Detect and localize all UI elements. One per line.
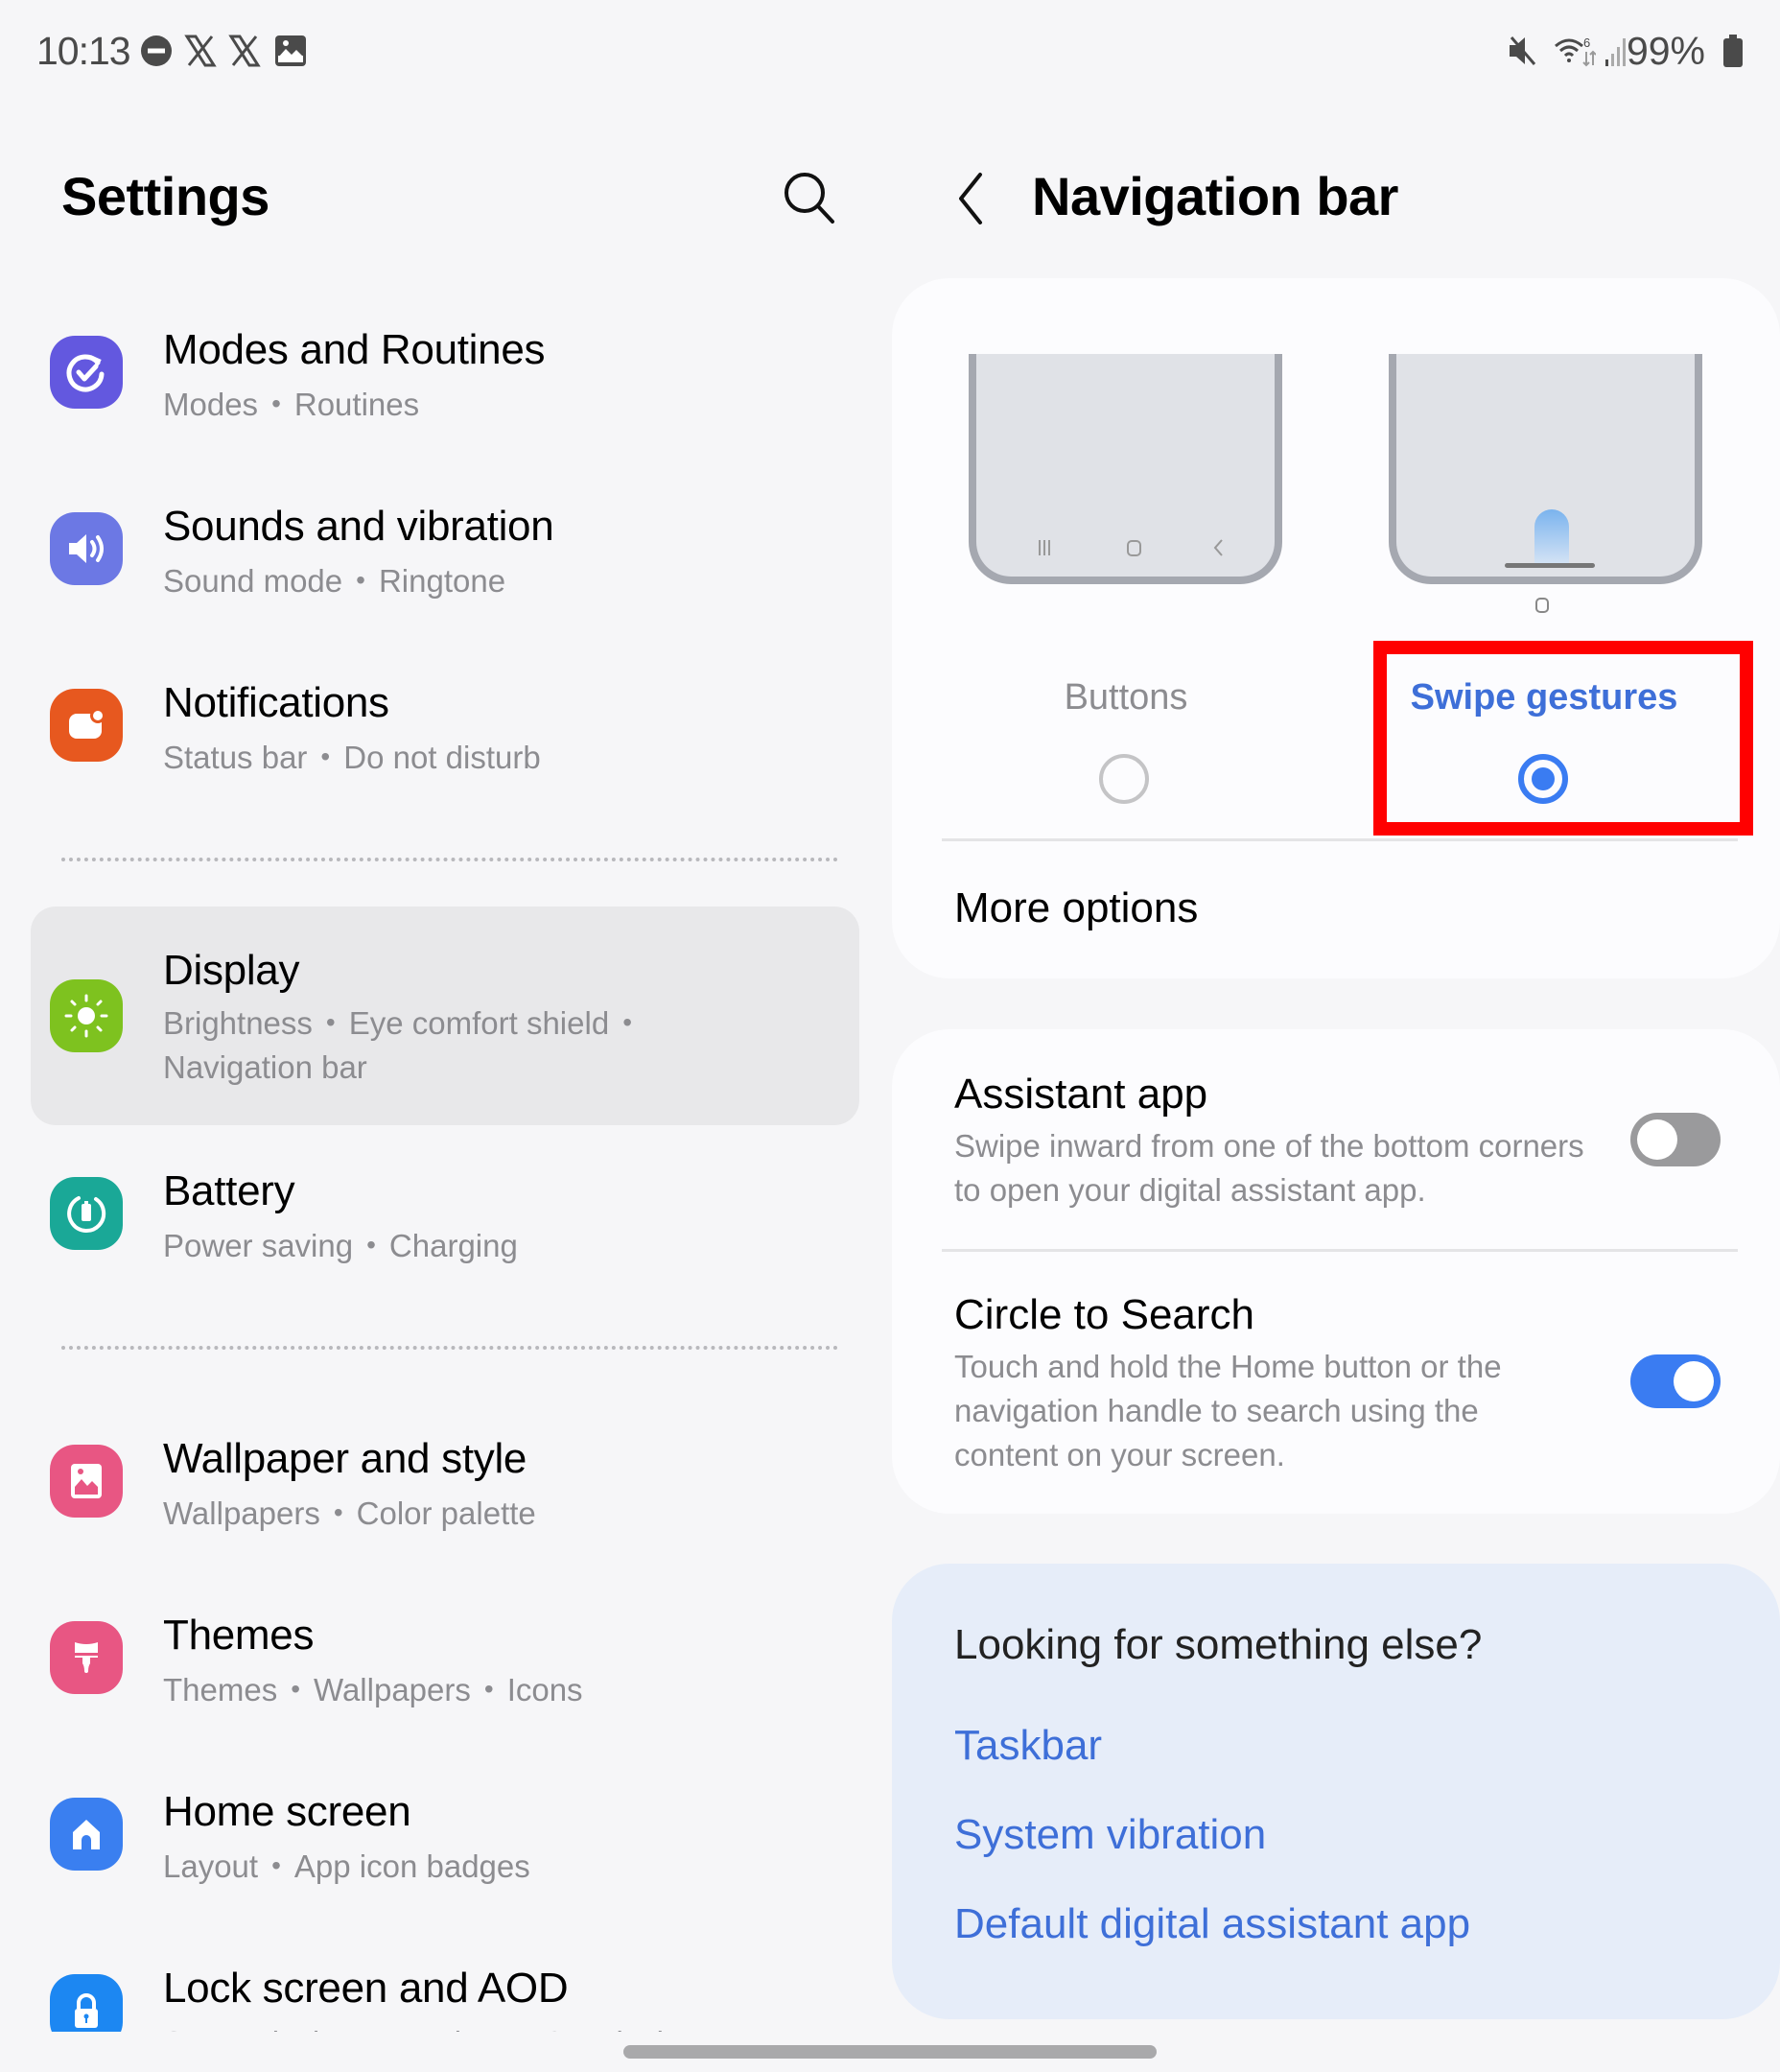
settings-item-themes[interactable]: Themes Themes • Wallpapers • Icons — [31, 1602, 859, 1727]
highlight-annotation-box — [1373, 641, 1753, 836]
item-title: Modes and Routines — [163, 326, 546, 373]
wallpaper-icon — [50, 1445, 123, 1518]
do-not-disturb-icon — [141, 35, 172, 66]
swipe-finger-icon — [1534, 509, 1569, 565]
circle-to-search-description: Touch and hold the Home button or the na… — [954, 1349, 1502, 1472]
item-subtitle: Sound mode • Ringtone — [163, 563, 506, 599]
item-subtitle: Status bar • Do not disturb — [163, 740, 541, 775]
battery-percent: 99% — [1626, 29, 1705, 73]
home-icon — [50, 1798, 123, 1871]
battery-icon — [1723, 35, 1743, 67]
item-title: Wallpaper and style — [163, 1435, 527, 1482]
assistant-app-description: Swipe inward from one of the bottom corn… — [954, 1128, 1584, 1208]
search-icon[interactable] — [779, 167, 838, 226]
swipe-gestures-preview[interactable] — [1389, 354, 1702, 584]
notification-icon — [50, 689, 123, 762]
mute-icon — [1510, 36, 1536, 65]
gesture-home-indicator[interactable] — [623, 2045, 1157, 2059]
more-options-link[interactable]: More options — [954, 884, 1198, 932]
link-default-digital-assistant[interactable]: Default digital assistant app — [954, 1900, 1470, 1948]
settings-item-wallpaper[interactable]: Wallpaper and style Wallpapers • Color pal… — [31, 1425, 859, 1550]
item-subtitle: Wallpapers • Color palette — [163, 1495, 536, 1531]
settings-item-display[interactable]: Display Brightness • Eye comfort shield • Na… — [31, 906, 859, 1125]
modes-routines-icon — [50, 336, 123, 409]
settings-item-sounds[interactable]: Sounds and vibration Sound mode • Ringtone — [31, 493, 859, 618]
paintbrush-icon — [50, 1621, 123, 1694]
item-title: Lock screen and AOD — [163, 1965, 569, 2012]
status-bar: 10:13 6 99% — [0, 0, 1780, 106]
link-taskbar[interactable]: Taskbar — [954, 1722, 1102, 1770]
divider — [942, 1249, 1738, 1252]
item-subtitle: Brightness • Eye comfort shield • Navigation… — [163, 1005, 632, 1085]
item-subtitle: Screen lock type•Always On Display — [163, 2020, 697, 2032]
option-buttons-label[interactable]: Buttons — [925, 677, 1327, 718]
settings-item-home-screen[interactable]: Home screen Layout • App icon badges — [31, 1778, 859, 1903]
suggestions-heading: Looking for something else? — [954, 1621, 1483, 1668]
nav-buttons-icon — [1039, 539, 1223, 556]
gallery-icon — [275, 35, 306, 66]
circle-to-search-title: Circle to Search — [954, 1291, 1255, 1338]
page-title: Settings — [61, 166, 269, 226]
item-subtitle: Power saving • Charging — [163, 1228, 518, 1263]
page-title: Navigation bar — [1032, 166, 1398, 226]
speaker-icon — [50, 512, 123, 585]
item-title: Display — [163, 947, 300, 994]
home-hint-icon — [1535, 598, 1549, 613]
x-app-icon — [184, 35, 217, 67]
sun-icon — [50, 979, 123, 1052]
settings-item-battery[interactable]: Battery Power saving • Charging — [31, 1158, 859, 1283]
item-title: Home screen — [163, 1788, 411, 1835]
battery-care-icon — [50, 1177, 123, 1250]
wifi-6-icon: 6 — [1555, 35, 1596, 67]
assistant-app-title: Assistant app — [954, 1071, 1208, 1118]
divider — [942, 838, 1738, 841]
item-title: Themes — [163, 1612, 315, 1659]
item-subtitle: Modes • Routines — [163, 387, 420, 422]
chevron-left-icon[interactable] — [948, 169, 995, 228]
circle-to-search-toggle[interactable] — [1630, 1354, 1721, 1408]
buttons-preview[interactable] — [969, 354, 1282, 584]
item-title: Notifications — [163, 679, 389, 726]
assistant-app-toggle[interactable] — [1630, 1113, 1721, 1166]
settings-item-modes-routines[interactable]: Modes and Routines Modes • Routines — [31, 317, 859, 441]
section-divider — [61, 858, 838, 861]
item-title: Sounds and vibration — [163, 503, 554, 550]
link-system-vibration[interactable]: System vibration — [954, 1811, 1266, 1859]
item-subtitle: Layout • App icon badges — [163, 1848, 530, 1884]
gesture-handle — [1505, 563, 1595, 568]
buttons-radio[interactable] — [1099, 754, 1149, 804]
item-title: Battery — [163, 1167, 295, 1214]
settings-item-notifications[interactable]: Notifications Status bar • Do not disturb — [31, 670, 859, 794]
x-app-icon — [228, 35, 261, 67]
settings-item-lock-screen[interactable]: Lock screen and AOD Screen lock type•Alw… — [31, 1955, 859, 2032]
section-divider — [61, 1346, 838, 1350]
svg-text:6: 6 — [1583, 35, 1590, 50]
item-subtitle: Themes • Wallpapers • Icons — [163, 1672, 583, 1707]
status-time: 10:13 — [36, 29, 131, 73]
lock-icon — [50, 1974, 123, 2032]
